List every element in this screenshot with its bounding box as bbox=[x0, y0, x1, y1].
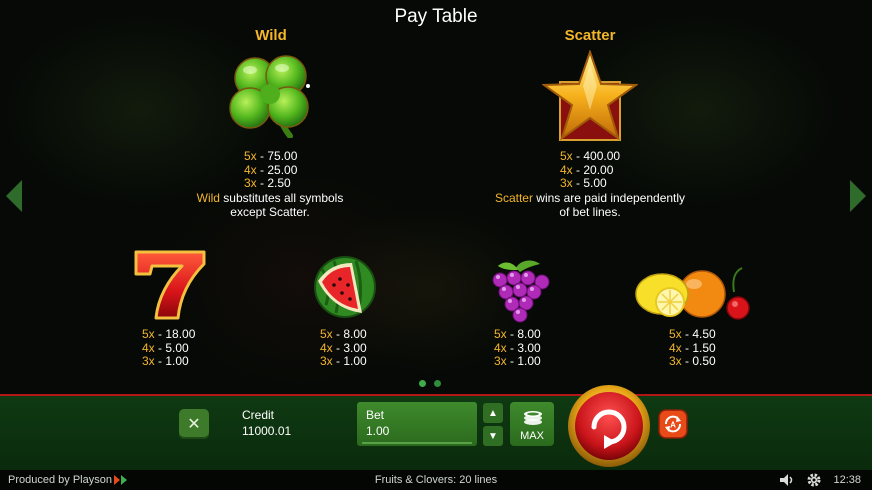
autoplay-button[interactable]: A bbox=[658, 409, 688, 439]
max-bet-button[interactable]: MAX bbox=[510, 402, 554, 446]
sound-icon[interactable] bbox=[778, 472, 794, 488]
seven-icon bbox=[130, 246, 210, 327]
pay-row: 3x - 5.00 bbox=[560, 176, 607, 190]
pay-row: 5x - 4.50 bbox=[669, 327, 716, 341]
wild-description: Wild substitutes all symbols except Scat… bbox=[196, 191, 344, 219]
wild-paytable: 5x - 75.00 4x - 25.00 3x - 2.50 bbox=[244, 149, 298, 191]
bet-value: 1.00 bbox=[366, 424, 390, 438]
coins-icon bbox=[524, 411, 542, 425]
close-icon: ✕ bbox=[187, 416, 201, 433]
bet-decrease-button[interactable]: ▼ bbox=[483, 426, 503, 446]
pay-row: 4x - 3.00 bbox=[320, 340, 367, 355]
page-dot[interactable] bbox=[419, 380, 426, 387]
arrow-down-icon: ▼ bbox=[488, 430, 498, 442]
pay-row: 3x - 1.00 bbox=[320, 354, 367, 368]
seven-paytable: 5x - 18.00 4x - 5.00 3x - 1.00 bbox=[142, 327, 196, 369]
pay-row: 5x - 8.00 bbox=[320, 327, 367, 341]
grapes-icon bbox=[486, 256, 554, 329]
citrus-paytable: 5x - 4.50 4x - 1.50 3x - 0.50 bbox=[669, 327, 716, 369]
pay-row: 4x - 25.00 bbox=[244, 162, 298, 177]
pay-row: 3x - 1.00 bbox=[142, 354, 189, 368]
bet-label: Bet bbox=[366, 408, 385, 422]
footer-bar: Produced by Playson Fruits & Clovers: 20… bbox=[0, 470, 872, 490]
bet-increase-button[interactable]: ▲ bbox=[483, 403, 503, 423]
scatter-title: Scatter bbox=[564, 27, 616, 44]
pay-row: 4x - 5.00 bbox=[142, 340, 189, 355]
scatter-paytable: 5x - 400.00 4x - 20.00 3x - 5.00 bbox=[560, 149, 621, 191]
clover-icon bbox=[220, 52, 320, 143]
background bbox=[0, 0, 872, 395]
page-indicator bbox=[419, 380, 441, 387]
watermelon-icon bbox=[312, 255, 378, 324]
spin-button[interactable] bbox=[566, 383, 652, 469]
max-label: MAX bbox=[520, 430, 544, 442]
pay-row: 4x - 3.00 bbox=[494, 340, 541, 355]
autoplay-icon: A bbox=[658, 409, 688, 439]
pay-row: 5x - 75.00 bbox=[244, 149, 298, 163]
credit-value: 11000.01 bbox=[242, 424, 292, 438]
next-page-arrow[interactable] bbox=[850, 180, 866, 212]
pay-row: 5x - 400.00 bbox=[560, 149, 621, 163]
clock: 12:38 bbox=[833, 474, 861, 486]
star-icon bbox=[540, 48, 640, 147]
pay-row: 3x - 1.00 bbox=[494, 354, 541, 368]
scatter-description: Scatter wins are paid independently of b… bbox=[494, 191, 686, 219]
game-info-label: Fruits & Clovers: 20 lines bbox=[374, 474, 498, 486]
prev-page-arrow[interactable] bbox=[6, 180, 22, 212]
page-dot[interactable] bbox=[434, 380, 441, 387]
credit-label: Credit bbox=[242, 408, 275, 422]
svg-text:A: A bbox=[670, 421, 676, 430]
grapes-paytable: 5x - 8.00 4x - 3.00 3x - 1.00 bbox=[494, 327, 541, 369]
pay-row: 5x - 18.00 bbox=[142, 327, 196, 341]
pay-row: 3x - 2.50 bbox=[244, 176, 291, 190]
page-title: Pay Table bbox=[394, 6, 478, 27]
citrus-cherry-icon bbox=[634, 264, 754, 329]
arrow-up-icon: ▲ bbox=[488, 407, 498, 419]
close-button[interactable]: ✕ bbox=[179, 409, 209, 439]
pay-row: 4x - 1.50 bbox=[669, 340, 716, 355]
wild-title: Wild bbox=[255, 27, 287, 44]
gear-icon[interactable] bbox=[806, 472, 822, 488]
pay-row: 3x - 0.50 bbox=[669, 354, 716, 368]
watermelon-paytable: 5x - 8.00 4x - 3.00 3x - 1.00 bbox=[320, 327, 367, 369]
pay-row: 5x - 8.00 bbox=[494, 327, 541, 341]
pay-row: 4x - 20.00 bbox=[560, 162, 614, 177]
bet-level-bar bbox=[362, 442, 472, 444]
